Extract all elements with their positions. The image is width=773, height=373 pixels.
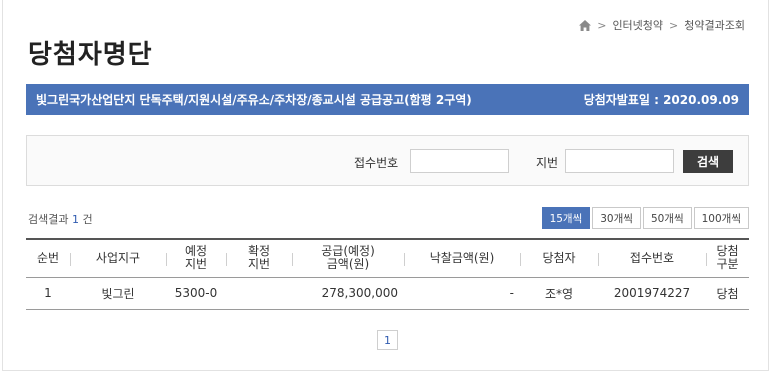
header-planned-lot: 예정 지번 [166,239,226,277]
per-page-50-button[interactable]: 50개씩 [642,207,692,229]
cell-winner: 조*영 [544,286,574,301]
table-row: 1 빛그린 5300-0 278,300,000 - 조*영 200197422… [26,277,749,309]
breadcrumb-item-results[interactable]: 청약결과조회 [684,17,745,33]
receipt-number-input[interactable] [410,149,509,173]
result-count-suffix: 건 [82,213,93,226]
result-count-number: 1 [71,213,79,226]
search-panel: 접수번호 지번 검색 [26,135,749,186]
home-icon[interactable] [579,19,592,31]
breadcrumb-item-internet-subscription[interactable]: 인터넷청약 [612,17,663,33]
cell-category: 당첨 [716,286,739,301]
notice-title: 빛그린국가산업단지 단독주택/지원시설/주유소/주차장/종교시설 공급공고(함평… [36,93,472,107]
result-count-prefix: 검색결과 [28,213,69,226]
per-page-selector: 15개씩 30개씩 50개씩 100개씩 [541,207,749,229]
cell-supply-amount: 278,300,000 [321,286,398,300]
header-category: 당첨 구분 [706,239,749,277]
notice-bar: 빛그린국가산업단지 단독주택/지원시설/주유소/주차장/종교시설 공급공고(함평… [26,84,749,115]
cell-confirmed-lot [226,277,292,309]
header-winner: 당첨자 [520,239,598,277]
header-supply-amount: 공급(예정) 금액(원) [292,239,404,277]
header-receipt-no: 접수번호 [598,239,706,277]
breadcrumb-separator: > [597,18,607,32]
page-title: 당첨자명단 [28,40,153,70]
cell-bid-amount: - [509,286,514,300]
per-page-15-button[interactable]: 15개씩 [541,207,591,229]
lot-number-input[interactable] [565,149,674,173]
lot-number-label: 지번 [536,156,559,170]
header-no: 순번 [36,250,60,265]
header-confirmed-lot: 확정 지번 [226,239,292,277]
breadcrumb: > 인터넷청약 > 청약결과조회 [579,17,745,33]
announce-date: 당첨자발표일 : 2020.09.09 [583,93,739,107]
per-page-30-button[interactable]: 30개씩 [592,207,641,229]
winners-table: 순번 사업지구 예정 지번 확정 지번 공급(예정) 금액(원) 낙찰금액(원) 당첨… [26,238,749,310]
cell-district: 빛그린 [101,286,135,301]
cell-receipt-no: 2001974227 [613,286,691,300]
per-page-100-button[interactable]: 100개씩 [693,207,749,229]
cell-planned-lot: 5300-0 [174,286,218,300]
header-district: 사업지구 [70,239,166,277]
search-button[interactable]: 검색 [683,150,733,173]
breadcrumb-separator: > [669,18,679,32]
header-bid-amount: 낙찰금액(원) [404,239,520,277]
pagination-page-1[interactable]: 1 [377,330,398,350]
receipt-number-label: 접수번호 [354,156,399,170]
table-header-row: 순번 사업지구 예정 지번 확정 지번 공급(예정) 금액(원) 낙찰금액(원) 당첨… [26,239,749,277]
cell-no: 1 [44,286,52,300]
result-count: 검색결과 1 건 [28,211,93,227]
